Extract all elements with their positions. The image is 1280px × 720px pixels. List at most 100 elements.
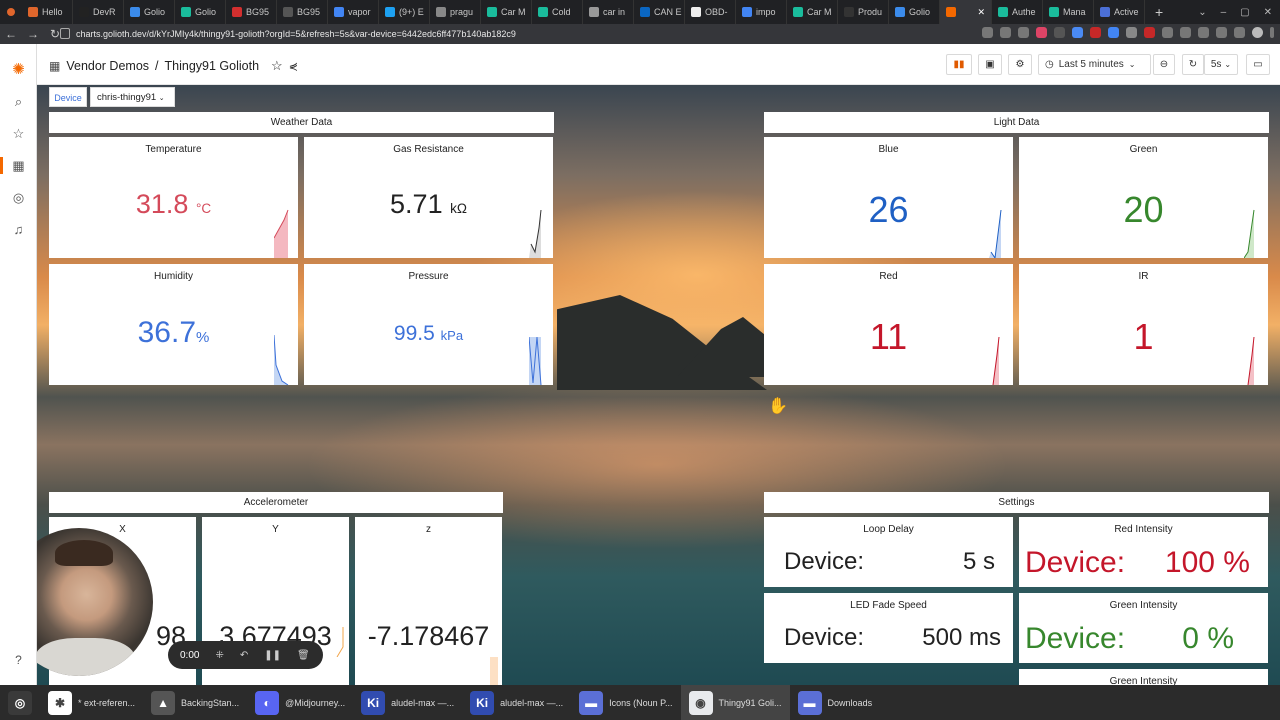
extension-icon[interactable]	[1126, 27, 1137, 38]
browser-tab[interactable]: Produ	[838, 0, 889, 24]
recorder-pause-icon[interactable]: ❚❚	[264, 650, 281, 661]
settings-button[interactable]: ⚙	[1008, 54, 1032, 75]
star-icon[interactable]	[1018, 27, 1029, 38]
taskbar-item[interactable]: ▬ Icons (Noun P...	[571, 685, 680, 720]
secure-icon[interactable]	[60, 28, 70, 39]
browser-tab[interactable]: OBD-	[685, 0, 736, 24]
taskbar-item[interactable]: ▬ Downloads	[790, 685, 881, 720]
stat-panel-led-fade-speed[interactable]: LED Fade Speed Device: 500 ms	[764, 593, 1013, 663]
extension-icon[interactable]	[1054, 27, 1065, 38]
download-icon[interactable]	[1216, 27, 1227, 38]
browser-tab[interactable]: Authe	[992, 0, 1043, 24]
help-icon[interactable]: ?	[10, 652, 27, 669]
explore-icon[interactable]: ◎	[10, 189, 27, 206]
stat-panel-green-intensity-2[interactable]: Green Intensity	[1019, 669, 1268, 685]
recorder-grid-icon[interactable]: ⁜	[215, 650, 223, 661]
extension-icon[interactable]	[1162, 27, 1173, 38]
browser-tab[interactable]: (9+) E	[379, 0, 430, 24]
stat-panel-temperature[interactable]: Temperature 31.8 °C	[49, 137, 298, 258]
taskbar-item[interactable]: Ki aludel-max —...	[462, 685, 571, 720]
forward-icon[interactable]: →	[22, 27, 44, 41]
taskbar-item[interactable]: Ki aludel-max —...	[353, 685, 462, 720]
extension-icon[interactable]	[1108, 27, 1119, 38]
zoom-out-button[interactable]: ⊖	[1153, 54, 1175, 75]
puzzle-icon[interactable]	[1198, 27, 1209, 38]
stat-panel-accel-z[interactable]: z -7.178467	[355, 517, 502, 685]
stat-panel-green-intensity[interactable]: Green Intensity Device: 0 %	[1019, 593, 1268, 663]
browser-tab[interactable]: pragu	[430, 0, 481, 24]
extension-icon[interactable]	[1144, 27, 1155, 38]
browser-tab[interactable]: impo	[736, 0, 787, 24]
browser-tab[interactable]: Active	[1094, 0, 1145, 24]
browser-tab[interactable]: DevR	[73, 0, 124, 24]
taskbar-item[interactable]: ✱ * ext-referen...	[40, 685, 143, 720]
close-window-icon[interactable]: ✕	[1264, 7, 1272, 18]
alerting-icon[interactable]: ♫	[10, 221, 27, 238]
extension-icon[interactable]	[1090, 27, 1101, 38]
refresh-button[interactable]: ↻	[1182, 54, 1204, 75]
browser-tab[interactable]: Car M	[481, 0, 532, 24]
taskbar-item[interactable]: ◎	[0, 685, 40, 720]
taskbar-item[interactable]: ◉ Thingy91 Goli...	[680, 685, 790, 720]
tab-list-icon[interactable]	[1234, 27, 1245, 38]
browser-tab[interactable]: Golio	[889, 0, 940, 24]
browser-tab[interactable]: Mana	[1043, 0, 1094, 24]
taskbar-item[interactable]: ▲ BackingStan...	[143, 685, 247, 720]
starred-icon[interactable]: ☆	[10, 125, 27, 142]
url-bar[interactable]: charts.golioth.dev/d/kYrJMIy4k/thingy91-…	[76, 24, 516, 44]
taskbar-item[interactable]: ◐ @Midjourney...	[247, 685, 353, 720]
maximize-icon[interactable]: ▢	[1240, 7, 1249, 18]
dashboards-icon[interactable]: ▦	[10, 157, 27, 174]
stat-panel-ir[interactable]: IR 1	[1019, 264, 1268, 385]
stat-panel-loop-delay[interactable]: Loop Delay Device: 5 s	[764, 517, 1013, 587]
recorder-trash-icon[interactable]: 🗑	[297, 650, 310, 661]
share-icon[interactable]	[1000, 27, 1011, 38]
grafana-logo-icon[interactable]: ✺	[10, 61, 27, 78]
extension-icon[interactable]	[1036, 27, 1047, 38]
profile-avatar[interactable]	[1252, 27, 1263, 38]
add-panel-button[interactable]: ▮▮	[946, 54, 972, 75]
search-icon[interactable]: ⌕	[10, 93, 27, 110]
browser-tab[interactable]: vapor	[328, 0, 379, 24]
browser-tab[interactable]: Car M	[787, 0, 838, 24]
new-tab-button[interactable]: +	[1155, 4, 1163, 20]
browser-tab[interactable]: Hello	[22, 0, 73, 24]
browser-tab[interactable]: Golio	[175, 0, 226, 24]
stat-panel-blue[interactable]: Blue 26	[764, 137, 1013, 258]
extension-icon[interactable]	[1180, 27, 1191, 38]
stat-panel-red-intensity[interactable]: Red Intensity Device: 100 %	[1019, 517, 1268, 587]
stat-panel-green[interactable]: Green 20	[1019, 137, 1268, 258]
back-icon[interactable]: ←	[0, 27, 22, 41]
menu-icon[interactable]	[1270, 27, 1274, 38]
minimize-icon[interactable]: –	[1221, 7, 1227, 18]
stat-panel-pressure[interactable]: Pressure 99.5 kPa	[304, 264, 553, 385]
page-title[interactable]: Thingy91 Golioth	[165, 59, 260, 73]
row-weather-data[interactable]: Weather Data	[49, 112, 554, 133]
breadcrumb-folder[interactable]: Vendor Demos	[66, 59, 149, 73]
browser-tab[interactable]: ✕	[940, 0, 992, 24]
share-icon[interactable]: ⋞	[289, 60, 298, 73]
browser-tab[interactable]: BG95	[277, 0, 328, 24]
extension-icon[interactable]	[1072, 27, 1083, 38]
row-settings[interactable]: Settings	[764, 492, 1269, 513]
recorder-undo-icon[interactable]: ↶	[240, 650, 248, 661]
camera-icon[interactable]	[982, 27, 993, 38]
tab-search-icon[interactable]: ⌄	[1198, 7, 1206, 18]
stat-panel-gas-resistance[interactable]: Gas Resistance 5.71 kΩ	[304, 137, 553, 258]
time-picker[interactable]: ◷ Last 5 minutes ⌄	[1038, 54, 1151, 75]
stat-panel-red[interactable]: Red 11	[764, 264, 1013, 385]
save-dashboard-button[interactable]: ▣	[978, 54, 1002, 75]
browser-tab[interactable]: Golio	[124, 0, 175, 24]
tv-mode-button[interactable]: ▭	[1246, 54, 1270, 75]
browser-tab[interactable]: BG95	[226, 0, 277, 24]
browser-tab[interactable]: Cold	[532, 0, 583, 24]
device-variable-select[interactable]: chris-thingy91 ⌄	[90, 87, 175, 107]
close-tab-icon[interactable]: ✕	[977, 7, 985, 18]
browser-tab[interactable]: CAN E	[634, 0, 685, 24]
refresh-interval-picker[interactable]: 5s ⌄	[1204, 54, 1238, 75]
favorite-star-icon[interactable]: ☆	[271, 58, 283, 74]
row-light-data[interactable]: Light Data	[764, 112, 1269, 133]
stat-panel-humidity[interactable]: Humidity 36.7%	[49, 264, 298, 385]
row-accelerometer[interactable]: Accelerometer	[49, 492, 503, 513]
browser-tab[interactable]: car in	[583, 0, 634, 24]
